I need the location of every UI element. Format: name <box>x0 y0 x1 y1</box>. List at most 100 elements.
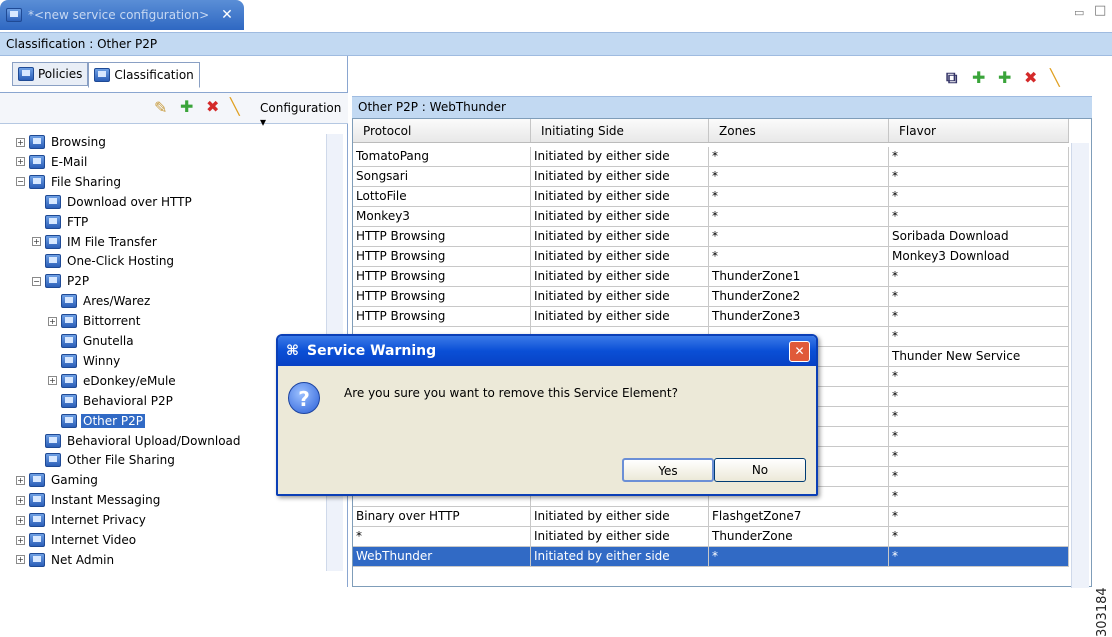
delete-element-icon[interactable]: ✖ <box>1024 68 1037 87</box>
expand-toggle-icon[interactable]: + <box>16 137 25 147</box>
expand-toggle-icon[interactable]: + <box>16 515 25 525</box>
service-icon <box>29 473 45 488</box>
service-icon <box>45 453 61 468</box>
tree-item[interactable]: Gnutella <box>48 331 136 351</box>
tab-classification[interactable]: Classification <box>88 62 200 88</box>
service-icon <box>61 334 77 348</box>
table-row[interactable]: HTTP Browsing Initiated by either side Thu… <box>353 287 1069 307</box>
table-row[interactable]: HTTP Browsing Initiated by either side Thu… <box>353 267 1069 287</box>
table-cell: LottoFile <box>353 187 531 207</box>
editor-tab[interactable]: *<new service configuration> ✕ <box>0 0 244 30</box>
tree-item[interactable]: Behavioral P2P <box>48 391 175 411</box>
tree-item-label: Winny <box>83 353 121 368</box>
table-row[interactable]: HTTP Browsing Initiated by either side Thu… <box>353 307 1069 327</box>
tree-item[interactable]: Ares/Warez <box>48 291 152 311</box>
expand-toggle-icon[interactable]: − <box>32 276 41 286</box>
expand-toggle-icon[interactable]: + <box>48 376 57 386</box>
table-row[interactable]: Binary over HTTP Initiated by either side… <box>353 507 1069 527</box>
col-protocol[interactable]: Protocol <box>353 119 531 142</box>
tree-item[interactable]: + Bittorrent <box>48 311 142 331</box>
service-icon <box>61 294 77 309</box>
tree-item-label: Behavioral Upload/Download <box>67 433 241 448</box>
table-cell: * <box>353 527 531 547</box>
table-row[interactable]: HTTP Browsing Initiated by either side * Mo… <box>353 247 1069 267</box>
tree-item[interactable]: Winny <box>48 351 122 371</box>
tab-policies[interactable]: Policies <box>12 62 89 86</box>
yes-button[interactable]: Yes <box>622 458 714 482</box>
table-cell: * <box>889 207 1069 227</box>
tree-item[interactable]: Behavioral Upload/Download <box>32 431 243 451</box>
col-initiating-side[interactable]: Initiating Side <box>531 119 709 142</box>
service-icon <box>29 552 45 567</box>
table-row[interactable]: TomatoPang Initiated by either side * * <box>353 147 1069 167</box>
add-service-icon[interactable]: ✚ <box>972 68 985 87</box>
editor-tab-strip: *<new service configuration> ✕ ▭ □ <box>0 0 1106 32</box>
duplicate-icon[interactable]: ⧉ <box>946 68 957 88</box>
tree-item[interactable]: − File Sharing <box>16 172 123 192</box>
tree-item[interactable]: + Internet Video <box>16 530 138 550</box>
table-row[interactable]: LottoFile Initiated by either side * * <box>353 187 1069 207</box>
table-cell: HTTP Browsing <box>353 227 531 247</box>
minimize-icon[interactable]: ▭ <box>1074 6 1084 19</box>
table-cell: Initiated by either side <box>531 267 709 287</box>
panel-tabs: Policies Classification <box>12 62 200 88</box>
service-icon <box>45 254 61 269</box>
table-cell: * <box>889 467 1069 487</box>
tree-item[interactable]: Download over HTTP <box>32 192 194 212</box>
maximize-icon[interactable]: □ <box>1094 3 1106 18</box>
tree-item[interactable]: FTP <box>32 212 90 232</box>
edit-element-icon[interactable]: ╲ <box>1050 68 1060 87</box>
expand-toggle-icon[interactable]: − <box>16 177 25 187</box>
table-cell: Soribada Download <box>889 227 1069 247</box>
table-cell: WebThunder <box>353 547 531 567</box>
no-button[interactable]: No <box>714 458 806 482</box>
table-cell: Initiated by either side <box>531 527 709 547</box>
table-row[interactable]: Songsari Initiated by either side * * <box>353 167 1069 187</box>
table-row[interactable]: WebThunder Initiated by either side * * <box>353 547 1069 567</box>
table-row[interactable]: HTTP Browsing Initiated by either side * So… <box>353 227 1069 247</box>
expand-toggle-icon[interactable]: + <box>16 495 25 505</box>
dialog-app-icon: ⌘ <box>286 343 299 359</box>
table-scrollbar[interactable] <box>1071 143 1089 588</box>
expand-toggle-icon[interactable]: + <box>16 157 25 167</box>
tree-item[interactable]: − P2P <box>32 271 91 291</box>
tree-item[interactable]: + Net Admin <box>16 550 116 570</box>
expand-toggle-icon[interactable]: + <box>16 535 25 545</box>
add-icon[interactable]: ✚ <box>180 97 193 116</box>
tree-item[interactable]: + Instant Messaging <box>16 490 162 510</box>
configuration-menu[interactable]: Configuration ▾ <box>260 101 348 129</box>
tree-item[interactable]: + E-Mail <box>16 152 89 172</box>
dialog-close-button[interactable]: ✕ <box>789 341 810 362</box>
col-flavor[interactable]: Flavor <box>889 119 1069 142</box>
tree-item[interactable]: Other File Sharing <box>32 450 177 470</box>
table-cell: Songsari <box>353 167 531 187</box>
tree-item[interactable]: One-Click Hosting <box>32 251 176 271</box>
tree-item[interactable]: + Gaming <box>16 470 100 490</box>
close-icon[interactable]: ✕ <box>221 7 233 23</box>
tree-item[interactable]: Other P2P <box>48 411 145 431</box>
rename-icon[interactable]: ╲ <box>230 97 240 116</box>
table-cell: * <box>889 327 1069 347</box>
tree-item[interactable]: + Browsing <box>16 132 108 152</box>
expand-toggle-icon[interactable]: + <box>16 475 25 485</box>
tree-item-label: File Sharing <box>51 174 121 189</box>
tree-item[interactable]: + IM File Transfer <box>32 232 159 252</box>
expand-toggle-icon[interactable]: + <box>48 316 57 326</box>
delete-icon[interactable]: ✖ <box>206 97 219 116</box>
edit-pencil-icon[interactable]: ✎ <box>154 98 167 117</box>
service-icon <box>61 353 77 368</box>
tree-item[interactable]: + Internet Privacy <box>16 510 148 530</box>
tree-item-label: E-Mail <box>51 154 88 169</box>
tree-item-label: Gnutella <box>83 334 134 348</box>
table-cell: ThunderZone1 <box>709 267 889 287</box>
add-element-icon[interactable]: ✚ <box>998 68 1011 87</box>
table-cell: Binary over HTTP <box>353 507 531 527</box>
tree-item[interactable]: + eDonkey/eMule <box>48 371 178 391</box>
table-cell: Initiated by either side <box>531 227 709 247</box>
expand-toggle-icon[interactable]: + <box>32 237 41 246</box>
expand-toggle-icon[interactable]: + <box>16 555 25 565</box>
table-row[interactable]: Monkey3 Initiated by either side * * <box>353 207 1069 227</box>
col-zones[interactable]: Zones <box>709 119 889 142</box>
table-row[interactable]: * Initiated by either side ThunderZone * <box>353 527 1069 547</box>
service-icon <box>29 135 45 149</box>
